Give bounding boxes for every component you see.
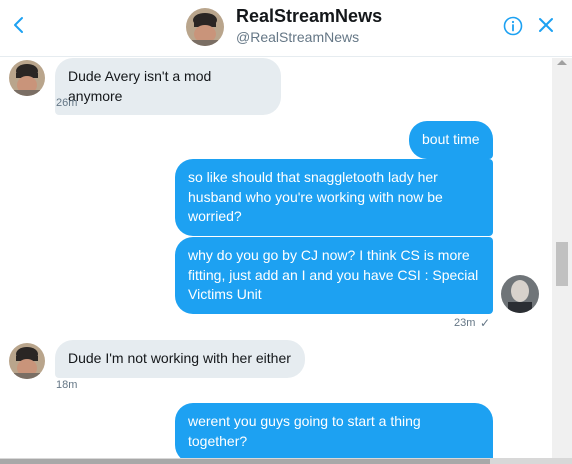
sender-avatar[interactable] bbox=[9, 60, 45, 96]
avatar-image bbox=[501, 275, 539, 313]
outgoing-message[interactable]: so like should that snaggletooth lady he… bbox=[175, 159, 493, 236]
incoming-message[interactable]: Dude I'm not working with her either bbox=[55, 340, 305, 378]
message-line: so like should that snaggletooth lady he… bbox=[188, 169, 438, 185]
message-line: Victims Unit bbox=[188, 286, 262, 302]
info-icon bbox=[503, 16, 523, 36]
message-line: husband who you're working with now be bbox=[188, 188, 443, 205]
message-line: why do you go by CJ now? I think CS is m… bbox=[188, 247, 470, 263]
message-timestamp: 23m bbox=[454, 317, 476, 329]
scrollbar-thumb[interactable] bbox=[556, 242, 568, 286]
message-timestamp: 18m bbox=[56, 379, 78, 391]
read-check-icon: ✓ bbox=[480, 316, 491, 330]
outgoing-message[interactable]: bout time bbox=[409, 121, 493, 159]
header-handle: @RealStreamNews bbox=[236, 29, 360, 45]
own-avatar[interactable] bbox=[501, 275, 539, 313]
chevron-left-icon bbox=[14, 17, 23, 33]
message-list[interactable]: Dude Avery isn't a mod anymore 26m bout … bbox=[0, 58, 552, 458]
avatar-image bbox=[9, 60, 45, 96]
conversation-header: RealStreamNews @RealStreamNews bbox=[0, 0, 572, 57]
avatar-image bbox=[186, 8, 224, 46]
outgoing-message[interactable]: werent you guys going to start a thing t… bbox=[175, 403, 493, 458]
close-icon bbox=[539, 18, 553, 32]
message-line: worried? bbox=[188, 208, 242, 224]
horizontal-scrollbar[interactable] bbox=[0, 458, 572, 464]
incoming-message[interactable]: Dude Avery isn't a mod anymore bbox=[55, 58, 281, 115]
header-title[interactable]: RealStreamNews bbox=[236, 6, 382, 27]
scroll-up-arrow-icon[interactable] bbox=[557, 60, 567, 65]
message-line: werent you guys going to start a thing bbox=[188, 413, 421, 429]
horizontal-scrollbar-thumb[interactable] bbox=[0, 459, 490, 464]
outgoing-message[interactable]: why do you go by CJ now? I think CS is m… bbox=[175, 237, 493, 314]
back-button[interactable] bbox=[8, 14, 30, 36]
header-avatar[interactable] bbox=[186, 8, 224, 46]
message-line: fitting, just add an I and you have CSI … bbox=[188, 266, 479, 283]
sender-avatar[interactable] bbox=[9, 343, 45, 379]
info-button[interactable] bbox=[502, 15, 524, 37]
message-timestamp: 26m bbox=[56, 97, 78, 109]
avatar-image bbox=[9, 343, 45, 379]
message-line: together? bbox=[188, 432, 248, 449]
close-button[interactable] bbox=[536, 15, 556, 35]
vertical-scrollbar[interactable] bbox=[552, 58, 572, 458]
